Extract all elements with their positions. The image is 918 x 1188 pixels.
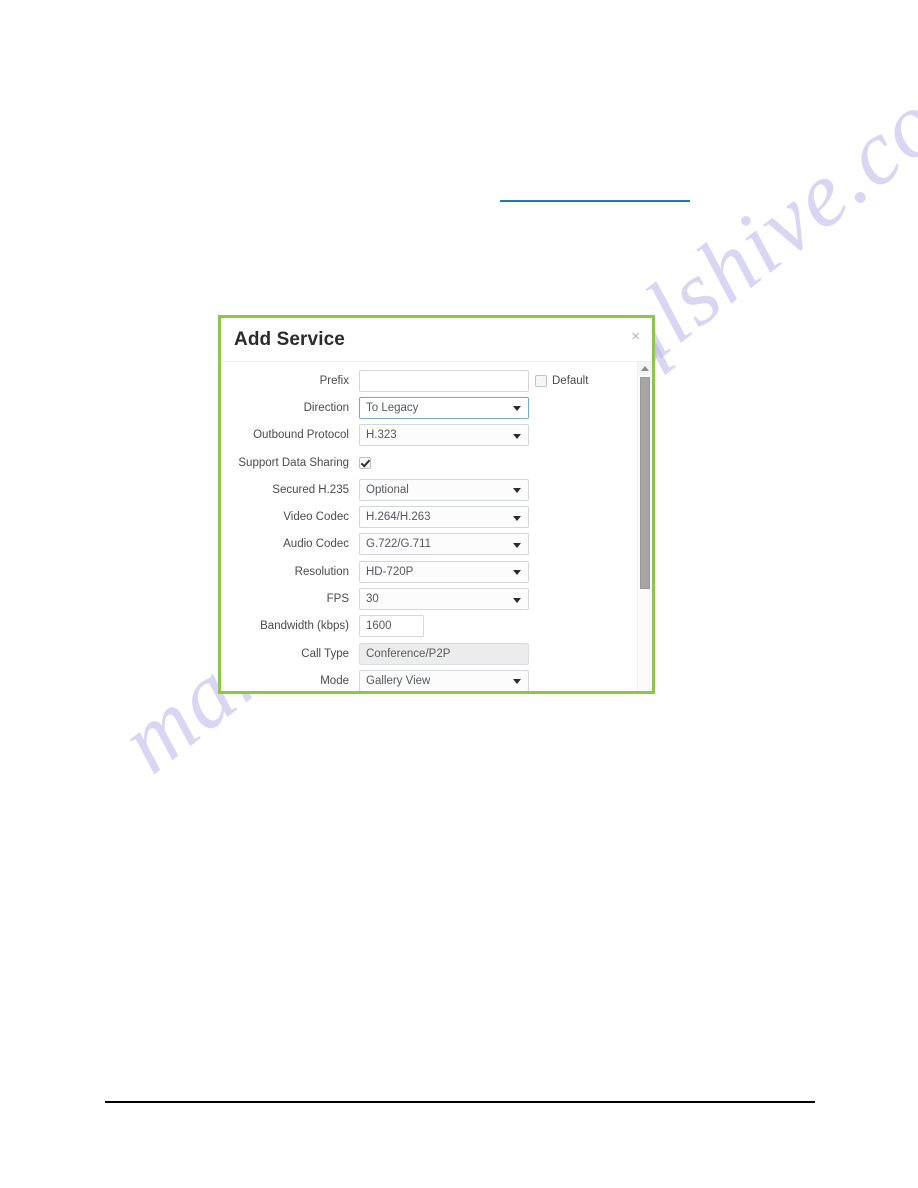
- dialog-scrollbar[interactable]: [637, 362, 652, 691]
- field-control: Default: [359, 369, 589, 392]
- field-label: Outbound Protocol: [253, 429, 349, 442]
- add-service-dialog: Add Service × Prefix Default Direction To L…: [218, 315, 655, 694]
- close-icon[interactable]: ×: [631, 329, 640, 344]
- top-link-rule: [500, 200, 690, 202]
- field-label: Secured H.235: [272, 483, 349, 496]
- form-row: Direction To Legacy: [221, 394, 652, 421]
- field-label: Prefix: [319, 374, 349, 387]
- field-control: 30: [359, 588, 529, 611]
- field-value: H.323: [366, 429, 397, 442]
- scrollbar-thumb[interactable]: [640, 377, 650, 589]
- field-value: HD-720P: [366, 565, 414, 578]
- default-checkbox-label: Default: [552, 374, 589, 387]
- service-form: Prefix Default Direction To Legacy Outbound …: [221, 367, 652, 691]
- scroll-up-arrow-icon[interactable]: [638, 362, 652, 375]
- form-row: Mode Gallery View: [221, 667, 652, 691]
- secured-h-235-select[interactable]: Optional: [359, 478, 529, 501]
- resolution-select[interactable]: HD-720P: [359, 560, 529, 583]
- field-value: To Legacy: [366, 401, 419, 414]
- field-control: Gallery View: [359, 669, 529, 691]
- prefix-input[interactable]: [359, 369, 529, 392]
- dialog-header: Add Service ×: [221, 318, 652, 362]
- dialog-title: Add Service: [234, 328, 345, 350]
- form-row: Secured H.235 Optional: [221, 476, 652, 503]
- field-value: G.722/G.711: [366, 538, 431, 551]
- form-row: FPS 30: [221, 585, 652, 612]
- form-row: Call Type Conference/P2P: [221, 640, 652, 667]
- field-control: Optional: [359, 478, 529, 501]
- field-label: Mode: [320, 674, 349, 687]
- support-data-sharing-checkbox[interactable]: [359, 456, 371, 469]
- bandwidth-kbps-input[interactable]: 1600: [359, 615, 424, 638]
- field-value: Optional: [366, 483, 409, 496]
- direction-select[interactable]: To Legacy: [359, 396, 529, 419]
- field-value: H.264/H.263: [366, 511, 431, 524]
- field-control: H.323: [359, 424, 529, 447]
- audio-codec-select[interactable]: G.722/G.711: [359, 533, 529, 556]
- form-row: Outbound Protocol H.323: [221, 422, 652, 449]
- field-control: G.722/G.711: [359, 533, 529, 556]
- field-label: Support Data Sharing: [238, 456, 349, 469]
- field-control: [359, 456, 371, 469]
- field-value: Gallery View: [366, 674, 431, 687]
- field-label: Call Type: [301, 647, 349, 660]
- form-row: Audio Codec G.722/G.711: [221, 531, 652, 558]
- field-control: H.264/H.263: [359, 506, 529, 529]
- default-checkbox[interactable]: [535, 374, 547, 387]
- form-row: Bandwidth (kbps) 1600: [221, 613, 652, 640]
- field-control: 1600: [359, 615, 424, 638]
- outbound-protocol-select[interactable]: H.323: [359, 424, 529, 447]
- default-checkbox-group: Default: [535, 374, 589, 387]
- call-type-readonly-field: Conference/P2P: [359, 642, 529, 665]
- field-value: 30: [366, 593, 379, 606]
- field-label: Video Codec: [283, 511, 349, 524]
- field-label: Audio Codec: [283, 538, 349, 551]
- form-row: Prefix Default: [221, 367, 652, 394]
- field-control: To Legacy: [359, 396, 529, 419]
- form-row: Support Data Sharing: [221, 449, 652, 476]
- field-control: Conference/P2P: [359, 642, 529, 665]
- field-control: HD-720P: [359, 560, 529, 583]
- form-row: Resolution HD-720P: [221, 558, 652, 585]
- field-value: 1600: [366, 620, 392, 633]
- form-row: Video Codec H.264/H.263: [221, 503, 652, 530]
- video-codec-select[interactable]: H.264/H.263: [359, 506, 529, 529]
- footer-rule: [105, 1101, 815, 1103]
- fps-select[interactable]: 30: [359, 588, 529, 611]
- field-label: Bandwidth (kbps): [260, 620, 349, 633]
- mode-select[interactable]: Gallery View: [359, 669, 529, 691]
- dialog-body: Prefix Default Direction To Legacy Outbound …: [221, 362, 652, 691]
- field-label: FPS: [326, 593, 349, 606]
- field-label: Direction: [303, 401, 349, 414]
- field-value: Conference/P2P: [366, 647, 451, 660]
- field-label: Resolution: [294, 565, 349, 578]
